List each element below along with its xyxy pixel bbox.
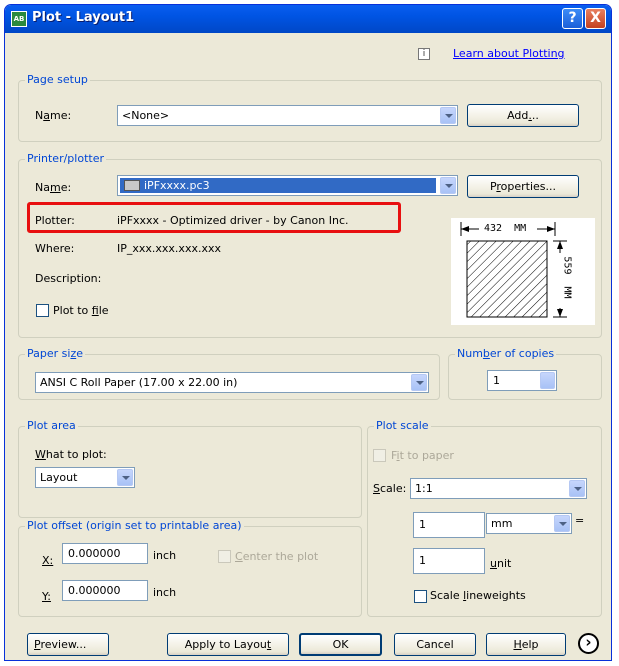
printer-plotter-legend: Printer/plotter [25,152,106,165]
printer-name-value: iPFxxxx.pc3 [144,179,210,192]
preview-button[interactable]: Preview... [27,633,109,656]
paper-width-label: 432 MM [484,223,526,234]
add-button[interactable]: Add... [467,104,579,127]
paper-size-combo[interactable]: ANSI C Roll Paper (17.00 x 22.00 in) [35,372,429,393]
scale-unit-value: mm [491,517,512,530]
page-setup-name-label: Name: [35,109,71,122]
scale-unit-label: unit [490,557,511,570]
offset-x-label: X: [42,554,53,567]
offset-x-unit: inch [153,549,176,562]
paper-preview-drawing [451,218,595,325]
chevron-down-icon[interactable] [569,480,585,497]
copies-legend: Number of copies [455,347,556,360]
plot-offset-group: Plot offset (origin set to printable are… [18,526,362,617]
description-label: Description: [35,272,101,285]
where-label: Where: [35,242,74,255]
plot-to-file-label[interactable]: Plot to file [53,304,109,317]
help-button[interactable]: Help [486,633,566,656]
plot-to-file-checkbox[interactable] [36,304,49,317]
apply-to-layout-button[interactable]: Apply to Layout [167,633,289,656]
more-options-icon[interactable]: › [578,633,599,654]
page-setup-legend: Page setup [25,73,90,86]
paper-size-value: ANSI C Roll Paper (17.00 x 22.00 in) [40,376,237,389]
scale-denominator-input[interactable]: 1 [413,548,485,574]
plot-scale-legend: Plot scale [374,419,431,432]
plotter-highlight-box [27,202,401,233]
center-plot-checkbox[interactable] [218,550,231,563]
fit-to-paper-label[interactable]: Fit to paper [391,449,454,462]
copies-input[interactable]: 1 [487,370,557,391]
ok-button[interactable]: OK [299,633,382,656]
help-button-titlebar[interactable]: ? [562,8,583,29]
title-bar[interactable]: AB Plot - Layout1 ? X [5,5,611,33]
scale-numerator-value: 1 [419,518,426,531]
page-setup-name-combo[interactable]: <None> [117,105,458,126]
properties-button[interactable]: Properties... [467,175,579,198]
spinner-icon[interactable] [540,372,555,389]
learn-about-plotting-link[interactable]: Learn about Plotting [453,47,565,60]
info-icon: i [418,48,430,60]
window-title: Plot - Layout1 [32,10,134,25]
close-button[interactable]: X [585,8,606,29]
copies-value: 1 [493,374,500,387]
scale-denominator-value: 1 [419,554,426,567]
what-to-plot-value: Layout [40,471,77,484]
scale-numerator-input[interactable]: 1 [413,512,485,538]
scale-lineweights-checkbox[interactable] [414,590,427,603]
app-icon: AB [11,11,27,27]
printer-icon [124,180,140,191]
plot-area-legend: Plot area [25,419,78,432]
offset-x-value: 0.000000 [68,547,121,560]
printer-name-combo[interactable]: iPFxxxx.pc3 [117,175,458,196]
chevron-down-icon[interactable] [440,107,456,124]
what-to-plot-combo[interactable]: Layout [35,467,135,488]
offset-y-value: 0.000000 [68,584,121,597]
fit-to-paper-checkbox[interactable] [373,449,386,462]
what-to-plot-label: What to plot: [35,448,107,461]
chevron-down-icon[interactable] [411,374,427,391]
cancel-button[interactable]: Cancel [394,633,476,656]
scale-value: 1:1 [415,482,433,495]
plot-offset-legend: Plot offset (origin set to printable are… [25,519,244,532]
printer-name-label: Name: [35,181,71,194]
plot-dialog: AB Plot - Layout1 ? X i Learn about Plot… [4,4,612,661]
offset-y-label: Y: [42,590,51,603]
paper-height-label: 559 MM [562,256,573,298]
offset-x-input[interactable]: 0.000000 [62,543,148,564]
scale-lineweights-label[interactable]: Scale lineweights [430,589,526,602]
where-value: IP_xxx.xxx.xxx.xxx [117,242,221,255]
page-setup-name-value: <None> [122,109,169,122]
offset-y-input[interactable]: 0.000000 [62,580,148,601]
paper-size-legend: Paper size [25,347,85,360]
paper-preview: 432 MM 559 MM [451,218,595,325]
scale-label: Scale: [373,482,406,495]
scale-combo[interactable]: 1:1 [410,478,587,499]
scale-unit-combo[interactable]: mm [486,513,572,534]
chevron-down-icon[interactable] [554,515,570,532]
chevron-down-icon[interactable] [440,177,456,194]
offset-y-unit: inch [153,586,176,599]
equals-sign: = [575,514,584,527]
center-plot-label[interactable]: Center the plot [235,550,318,563]
chevron-down-icon[interactable] [117,469,133,486]
